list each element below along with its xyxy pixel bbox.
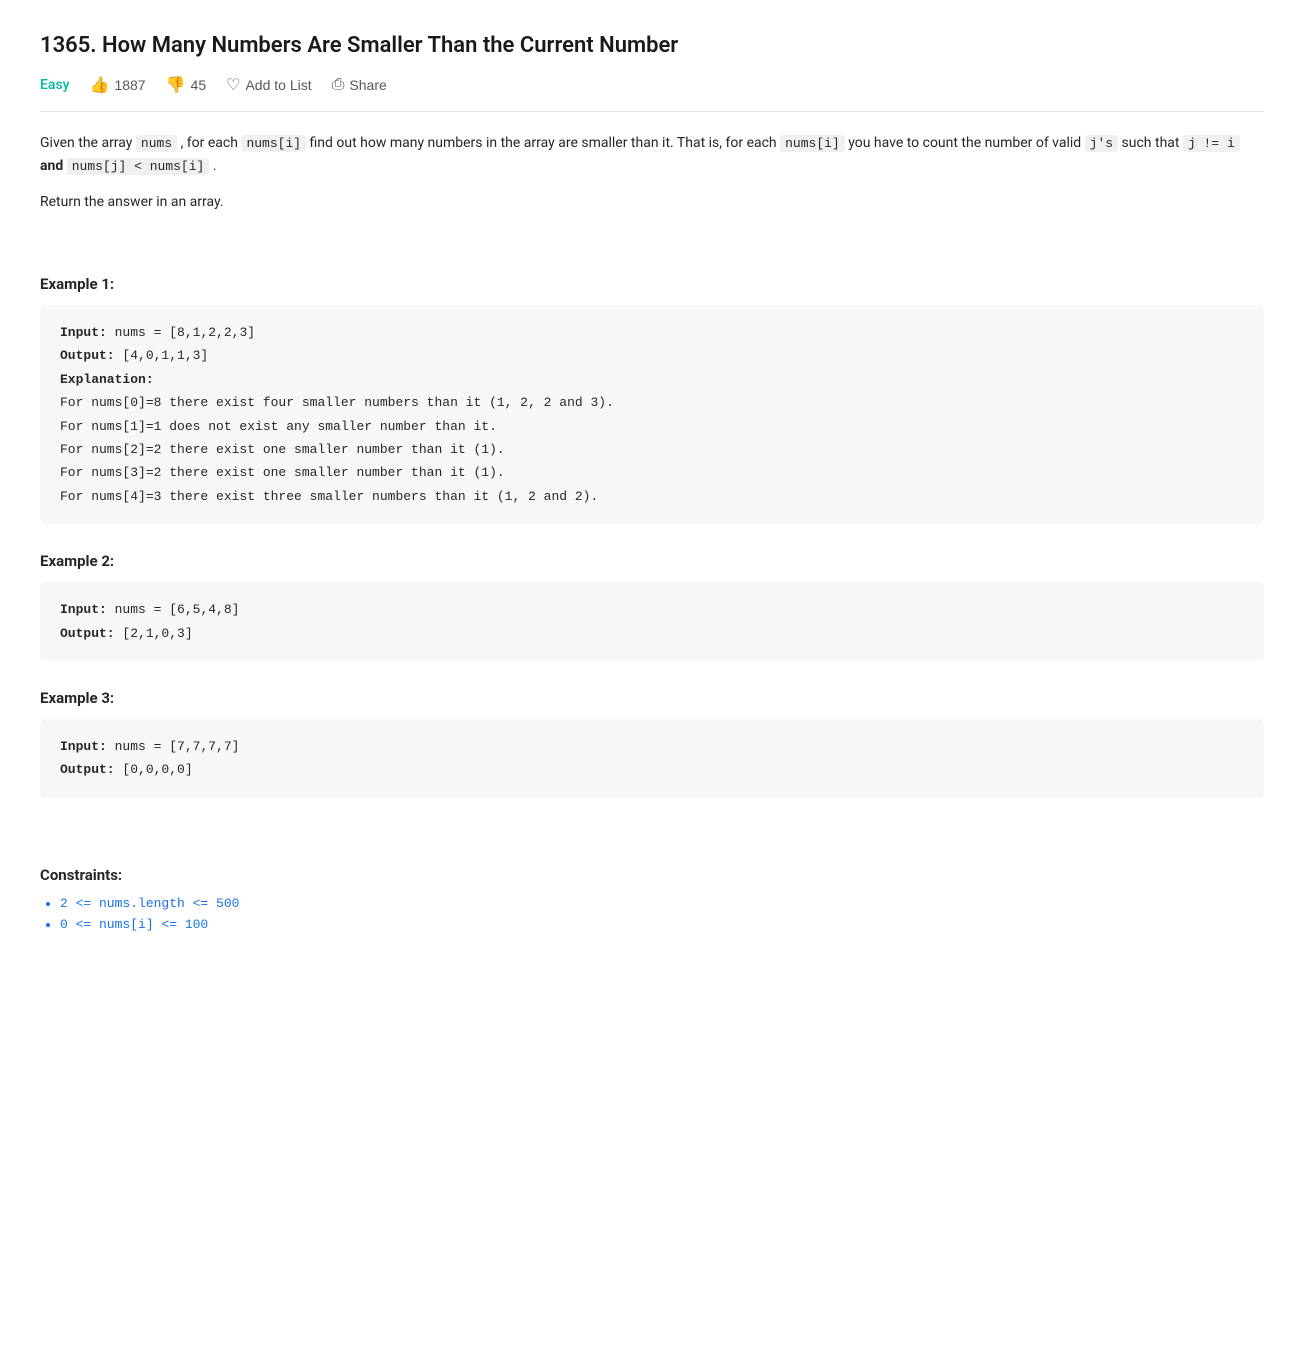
likes-count: 1887 <box>114 77 145 93</box>
likes-button[interactable]: 👍 1887 <box>90 75 146 95</box>
example1-input-label: Input: <box>60 325 107 340</box>
thumbs-up-icon: 👍 <box>90 75 110 95</box>
example3-input-value: nums = [7,7,7,7] <box>115 739 240 754</box>
constraints-list: 2 <= nums.length <= 500 0 <= nums[i] <= … <box>40 896 1264 932</box>
difficulty-badge: Easy <box>40 77 70 93</box>
example3-output-value: [0,0,0,0] <box>122 762 192 777</box>
description-paragraph-1: Given the array nums , for each nums[i] … <box>40 132 1264 180</box>
constraints-title: Constraints: <box>40 866 1264 884</box>
desc-text-1: Given the array <box>40 135 136 151</box>
constraint-1: 2 <= nums.length <= 500 <box>60 896 1264 911</box>
example2-code-block: Input: nums = [6,5,4,8] Output: [2,1,0,3… <box>40 582 1264 661</box>
example3-input-label: Input: <box>60 739 107 754</box>
desc-text-3: find out how many numbers in the array a… <box>306 135 780 151</box>
share-button[interactable]: ⎙ Share <box>332 76 387 94</box>
code-nums-i2: nums[i] <box>780 135 845 152</box>
example3-section: Example 3: Input: nums = [7,7,7,7] Outpu… <box>40 689 1264 798</box>
heart-icon: ♡ <box>226 75 240 95</box>
desc-text-6: and <box>40 158 67 174</box>
example3-output-label: Output: <box>60 762 115 777</box>
example3-code-block: Input: nums = [7,7,7,7] Output: [0,0,0,0… <box>40 719 1264 798</box>
example1-output-value: [4,0,1,1,3] <box>122 348 208 363</box>
example2-input-label: Input: <box>60 602 107 617</box>
code-nums-i: nums[i] <box>241 135 306 152</box>
example3-title: Example 3: <box>40 689 1264 707</box>
example2-title: Example 2: <box>40 552 1264 570</box>
example1-line-3: For nums[2]=2 there exist one smaller nu… <box>60 442 505 457</box>
code-nums-j-lt: nums[j] < nums[i] <box>67 158 210 175</box>
code-nums: nums <box>136 135 177 152</box>
example1-explanation-label: Explanation: <box>60 372 154 387</box>
desc-text-5: such that <box>1118 135 1183 151</box>
example2-output-label: Output: <box>60 626 115 641</box>
example1-section: Example 1: Input: nums = [8,1,2,2,3] Out… <box>40 275 1264 524</box>
example2-output-value: [2,1,0,3] <box>122 626 192 641</box>
add-to-list-button[interactable]: ♡ Add to List <box>226 75 312 95</box>
return-text: Return the answer in an array. <box>40 191 1264 215</box>
constraint-2-text: 0 <= nums[i] <= 100 <box>60 917 208 932</box>
desc-text-7: . <box>209 158 216 174</box>
example1-title: Example 1: <box>40 275 1264 293</box>
example2-section: Example 2: Input: nums = [6,5,4,8] Outpu… <box>40 552 1264 661</box>
problem-description: Given the array nums , for each nums[i] … <box>40 132 1264 215</box>
desc-text-2: , for each <box>177 135 241 151</box>
example1-line-5: For nums[4]=3 there exist three smaller … <box>60 489 598 504</box>
example1-line-4: For nums[3]=2 there exist one smaller nu… <box>60 465 505 480</box>
example1-output-label: Output: <box>60 348 115 363</box>
example1-code-block: Input: nums = [8,1,2,2,3] Output: [4,0,1… <box>40 305 1264 524</box>
example1-line-2: For nums[1]=1 does not exist any smaller… <box>60 419 497 434</box>
add-to-list-label: Add to List <box>245 77 311 93</box>
dislikes-count: 45 <box>191 77 207 93</box>
desc-text-4: you have to count the number of valid <box>845 135 1085 151</box>
example2-input-value: nums = [6,5,4,8] <box>115 602 240 617</box>
example1-line-1: For nums[0]=8 there exist four smaller n… <box>60 395 614 410</box>
example1-input-value: nums = [8,1,2,2,3] <box>115 325 255 340</box>
code-j-neq-i: j != i <box>1183 135 1240 152</box>
thumbs-down-icon: 👎 <box>166 75 186 95</box>
constraint-1-text: 2 <= nums.length <= 500 <box>60 896 239 911</box>
code-js: j's <box>1085 135 1118 152</box>
problem-title: 1365. How Many Numbers Are Smaller Than … <box>40 32 1264 61</box>
share-icon: ⎙ <box>332 76 345 94</box>
meta-row: Easy 👍 1887 👎 45 ♡ Add to List ⎙ Share <box>40 75 1264 112</box>
constraint-2: 0 <= nums[i] <= 100 <box>60 917 1264 932</box>
share-label: Share <box>349 77 386 93</box>
dislikes-button[interactable]: 👎 45 <box>166 75 207 95</box>
constraints-section: Constraints: 2 <= nums.length <= 500 0 <… <box>40 866 1264 932</box>
